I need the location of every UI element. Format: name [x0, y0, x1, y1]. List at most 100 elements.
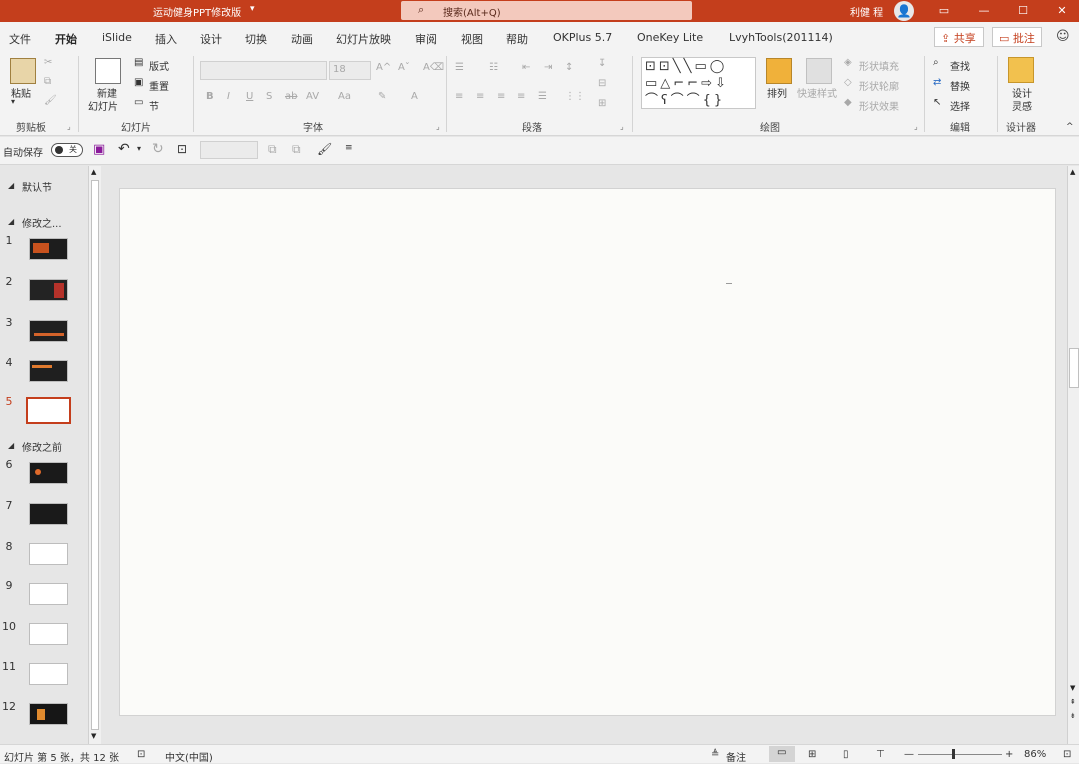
- next-slide-icon[interactable]: ⇟: [1070, 712, 1076, 720]
- section-collapse-icon[interactable]: ◢: [8, 217, 14, 226]
- thumbnails-scrollbar[interactable]: ▲ ▼: [88, 166, 101, 744]
- tab-help[interactable]: 帮助: [506, 31, 528, 47]
- zoom-slider-thumb[interactable]: [952, 749, 955, 759]
- quick-styles-icon[interactable]: [806, 58, 832, 84]
- bold-icon[interactable]: B: [206, 91, 214, 102]
- tab-insert[interactable]: 插入: [155, 31, 177, 47]
- line-spacing-icon[interactable]: ↕: [565, 62, 573, 73]
- align-text-icon[interactable]: ⊟: [598, 78, 606, 89]
- scrollbar-thumb[interactable]: [1069, 348, 1079, 388]
- close-button[interactable]: ✕: [1047, 2, 1077, 20]
- tab-review[interactable]: 审阅: [415, 31, 437, 47]
- avatar[interactable]: 👤: [894, 1, 914, 21]
- section-before-edit[interactable]: 修改之前: [22, 439, 62, 454]
- fit-slide-icon[interactable]: ⊡: [1063, 749, 1071, 760]
- slide-thumbnail-4[interactable]: [29, 360, 68, 382]
- arrange-icon[interactable]: [766, 58, 792, 84]
- smartart-icon[interactable]: ⊞: [598, 98, 606, 109]
- slide-thumbnail-12[interactable]: [29, 703, 68, 725]
- current-slide[interactable]: [119, 188, 1056, 716]
- format-painter-icon[interactable]: 🖌: [44, 95, 57, 106]
- scrollbar-thumb[interactable]: [91, 180, 99, 730]
- font-launcher-icon[interactable]: ⌟: [436, 122, 440, 131]
- reading-view-icon[interactable]: ▯: [843, 749, 849, 760]
- italic-icon[interactable]: I: [227, 91, 230, 102]
- distribute-icon[interactable]: ☰: [538, 91, 547, 102]
- shapes-gallery[interactable]: ⊡⊡╲╲▭◯ ▭△⌐⌐⇨⇩ ⌒ʕ⌒⌒{}: [641, 57, 756, 109]
- strikethrough-icon[interactable]: ab: [285, 91, 297, 102]
- qat-dropdown-box[interactable]: [200, 141, 258, 159]
- shrink-font-icon[interactable]: Aˇ: [398, 62, 410, 73]
- tab-islide[interactable]: iSlide: [102, 31, 132, 44]
- zoom-out-icon[interactable]: —: [904, 749, 914, 760]
- slide-thumbnail-8[interactable]: [29, 543, 68, 565]
- search-box[interactable]: ⌕ 搜索(Alt+Q): [401, 1, 692, 20]
- zoom-in-icon[interactable]: +: [1005, 749, 1013, 760]
- slide-thumbnail-7[interactable]: [29, 503, 68, 525]
- align-center-icon[interactable]: ≡: [476, 91, 484, 102]
- new-slide-icon[interactable]: [95, 58, 121, 84]
- previous-slide-icon[interactable]: ⇞: [1070, 698, 1076, 706]
- slide-thumbnail-3[interactable]: [29, 320, 68, 342]
- increase-indent-icon[interactable]: ⇥: [544, 62, 552, 73]
- highlight-icon[interactable]: ✎: [378, 91, 386, 102]
- section-collapse-icon[interactable]: ◢: [8, 441, 14, 450]
- shadow-icon[interactable]: S: [266, 91, 272, 102]
- zoom-level[interactable]: 86%: [1024, 749, 1046, 760]
- slide-thumbnail-11[interactable]: [29, 663, 68, 685]
- font-color-icon[interactable]: A: [411, 91, 418, 102]
- underline-icon[interactable]: U: [246, 91, 253, 102]
- slide-sorter-icon[interactable]: ⊞: [808, 749, 816, 760]
- paste-icon[interactable]: [10, 58, 36, 84]
- scroll-down-icon[interactable]: ▼: [91, 732, 96, 740]
- autosave-toggle[interactable]: 关: [51, 143, 83, 157]
- tab-design[interactable]: 设计: [200, 31, 222, 47]
- arrange-button[interactable]: 排列: [767, 85, 787, 100]
- numbering-icon[interactable]: ☷: [489, 62, 498, 73]
- language[interactable]: 中文(中国): [165, 749, 213, 764]
- zoom-slider[interactable]: [918, 749, 1002, 759]
- share-button[interactable]: ⇪ 共享: [934, 27, 984, 47]
- tab-home[interactable]: 开始: [55, 31, 77, 54]
- comments-button[interactable]: ▭ 批注: [992, 27, 1042, 47]
- shape-fill-button[interactable]: 形状填充: [859, 58, 899, 73]
- undo-dropdown-icon[interactable]: ▾: [137, 144, 141, 153]
- qat-format-painter-icon[interactable]: 🖌: [317, 142, 332, 156]
- slide-thumbnail-5[interactable]: [26, 397, 71, 424]
- undo-icon[interactable]: ↶: [118, 141, 130, 157]
- ribbon-display-icon[interactable]: ▭: [929, 2, 959, 20]
- design-ideas-icon[interactable]: [1008, 57, 1034, 83]
- scroll-up-icon[interactable]: ▲: [1070, 168, 1075, 176]
- customize-qat-icon[interactable]: ≡: [345, 143, 353, 153]
- bullets-icon[interactable]: ☰: [455, 62, 464, 73]
- editor-scrollbar[interactable]: ▲ ▼ ⇞ ⇟: [1067, 166, 1079, 744]
- clipboard-launcher-icon[interactable]: ⌟: [67, 122, 71, 131]
- cut-icon[interactable]: ✂: [44, 57, 52, 68]
- select-button[interactable]: 选择: [950, 98, 970, 113]
- quick-styles-button[interactable]: 快速样式: [797, 85, 837, 100]
- slideshow-view-icon[interactable]: ⊤: [876, 749, 885, 760]
- drawing-launcher-icon[interactable]: ⌟: [914, 122, 918, 131]
- qat-align-icon[interactable]: ⧉: [268, 142, 277, 157]
- tab-okplus[interactable]: OKPlus 5.7: [553, 31, 612, 44]
- tab-lvyhtools[interactable]: LvyhTools(201114): [729, 31, 833, 44]
- paragraph-launcher-icon[interactable]: ⌟: [620, 122, 624, 131]
- change-case-icon[interactable]: Aa: [338, 91, 351, 102]
- feedback-smiley-icon[interactable]: ☺: [1056, 29, 1070, 44]
- decrease-indent-icon[interactable]: ⇤: [522, 62, 530, 73]
- grow-font-icon[interactable]: A^: [376, 62, 391, 73]
- qat-group-icon[interactable]: ⧉: [292, 142, 301, 157]
- scroll-up-icon[interactable]: ▲: [91, 168, 96, 176]
- section-collapse-icon[interactable]: ◢: [8, 181, 14, 190]
- slide-thumbnail-6[interactable]: [29, 462, 68, 484]
- replace-button[interactable]: 替换: [950, 78, 970, 93]
- accessibility-icon[interactable]: ⊡: [137, 749, 145, 760]
- tab-transitions[interactable]: 切换: [245, 31, 267, 47]
- slide-thumbnail-2[interactable]: [29, 279, 68, 301]
- redo-icon[interactable]: ↻: [152, 141, 164, 157]
- user-name[interactable]: 利健 程: [850, 4, 883, 19]
- tab-animations[interactable]: 动画: [291, 31, 313, 47]
- layout-button[interactable]: 版式: [149, 58, 169, 73]
- minimize-button[interactable]: —: [969, 2, 999, 20]
- justify-icon[interactable]: ≡: [517, 91, 525, 102]
